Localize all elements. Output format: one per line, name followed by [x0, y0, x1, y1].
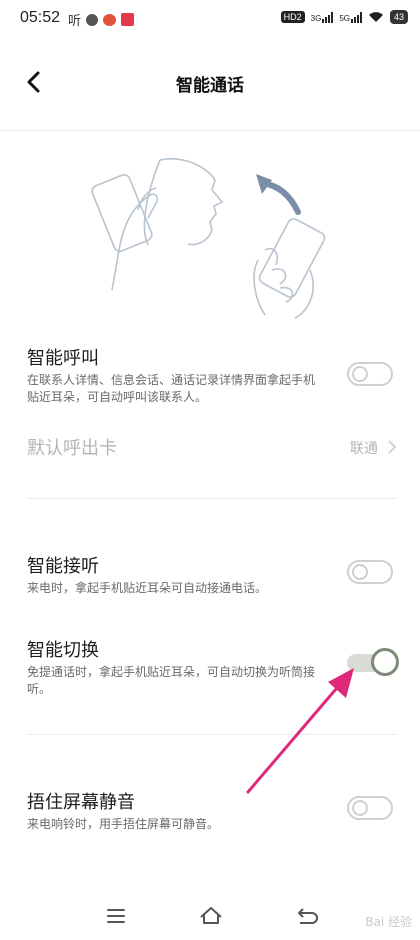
- smart-switch-toggle[interactable]: [347, 648, 399, 676]
- smart-call-title: 智能呼叫: [27, 348, 99, 369]
- default-sim-title: 默认呼出卡: [27, 438, 117, 459]
- smart-answer-title: 智能接听: [27, 556, 99, 577]
- section-divider: [27, 498, 397, 499]
- header-divider: [0, 130, 420, 131]
- toggle-knob: [371, 648, 399, 676]
- signal-3g-label: 3G: [310, 13, 322, 23]
- signal-3g-icon: 3G: [310, 11, 334, 23]
- smart-call-toggle[interactable]: [347, 362, 393, 386]
- wifi-icon: [368, 11, 384, 23]
- app-header: 智能通话: [0, 50, 420, 114]
- default-sim-value: 联通: [350, 441, 378, 457]
- smart-answer-toggle[interactable]: [347, 560, 393, 584]
- toggle-knob: [352, 800, 368, 816]
- signal-5g-icon: 5G: [339, 11, 362, 23]
- section-divider: [27, 734, 397, 735]
- back-nav-icon[interactable]: [294, 907, 318, 927]
- system-nav-bar: Bai 经验: [0, 895, 420, 940]
- smart-switch-desc: 免提通话时，拿起手机贴近耳朵，可自动切换为听筒接听。: [27, 665, 316, 696]
- smart-call-desc: 在联系人详情、信息会话、通话记录详情界面拿起手机贴近耳朵，可自动呼叫该联系人。: [27, 373, 316, 404]
- status-bar: 05:52 听 HD2 3G 5G 43: [0, 0, 420, 38]
- smart-switch-title: 智能切换: [27, 640, 99, 661]
- smart-answer-desc: 来电时，拿起手机贴近耳朵可自动接通电话。: [27, 581, 268, 595]
- toggle-knob: [352, 366, 368, 382]
- battery-icon: 43: [389, 10, 408, 24]
- cover-mute-toggle[interactable]: [347, 796, 393, 820]
- app-notification-icon: [86, 13, 99, 26]
- home-icon[interactable]: [199, 905, 223, 925]
- phone-to-ear-illustration: [90, 150, 340, 325]
- toggle-knob: [352, 564, 368, 580]
- notification-icons: 听: [68, 10, 135, 29]
- status-time: 05:52: [20, 9, 61, 26]
- cover-mute-desc: 来电响铃时，用手捂住屏幕可静音。: [27, 817, 220, 831]
- hd-voice-icon: HD2: [280, 11, 305, 23]
- smart-call-row[interactable]: 智能呼叫 在联系人详情、信息会话、通话记录详情界面拿起手机贴近耳朵，可自动呼叫该…: [0, 340, 420, 410]
- smart-answer-row[interactable]: 智能接听 来电时，拿起手机贴近耳朵可自动接通电话。: [0, 548, 420, 603]
- signal-5g-label: 5G: [339, 13, 350, 23]
- default-sim-row[interactable]: 默认呼出卡 联通: [0, 430, 420, 470]
- status-right-icons: HD2 3G 5G 43: [280, 10, 408, 24]
- watermark: Bai 经验: [365, 915, 412, 929]
- menu-icon[interactable]: [106, 907, 126, 925]
- cover-mute-row[interactable]: 捂住屏幕静音 来电响铃时，用手捂住屏幕可静音。: [0, 784, 420, 839]
- app-red-notification-icon: [121, 13, 135, 26]
- page-title: 智能通话: [176, 76, 244, 96]
- chevron-right-icon: [388, 440, 397, 454]
- smart-switch-row[interactable]: 智能切换 免提通话时，拿起手机贴近耳朵，可自动切换为听筒接听。: [0, 632, 420, 702]
- weibo-notification-icon: [103, 13, 117, 26]
- listen-notification-icon: 听: [68, 14, 82, 29]
- cover-mute-title: 捂住屏幕静音: [27, 792, 135, 813]
